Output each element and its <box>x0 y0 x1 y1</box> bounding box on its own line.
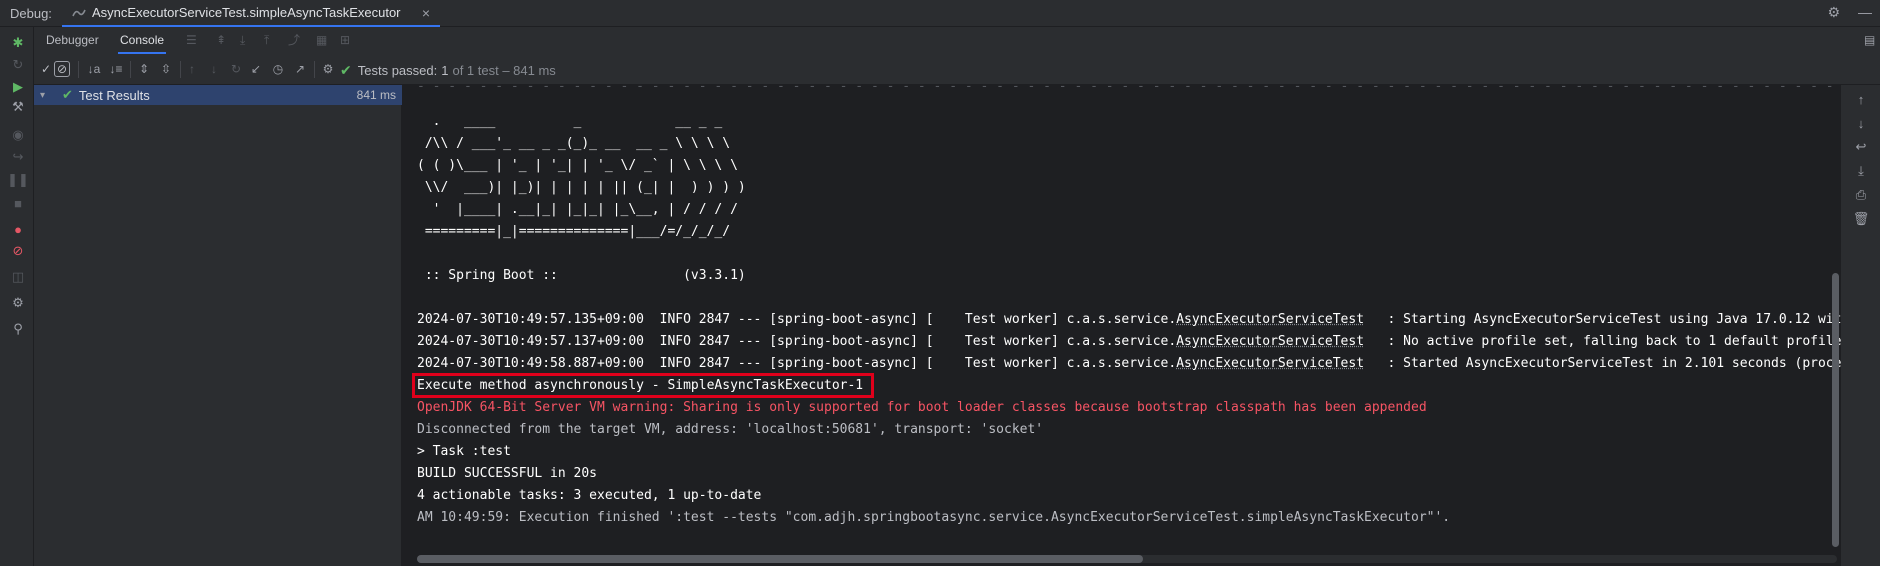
previous-failed-icon[interactable]: ↑ <box>184 61 200 77</box>
minimize-icon[interactable]: — <box>1858 4 1872 21</box>
sort-by-duration-icon[interactable]: ↓≡ <box>108 61 124 77</box>
status-detail: of 1 test – 841 ms <box>452 63 556 78</box>
actionable-tasks-line: 4 actionable tasks: 3 executed, 1 up-to-… <box>417 488 762 503</box>
disconnected-line: Disconnected from the target VM, address… <box>417 422 1044 437</box>
import-tests-icon[interactable]: ↙ <box>248 61 264 77</box>
banner-line: \\/ ___)| |_)| | | | | || (_| | ) ) ) ) <box>417 180 746 195</box>
log-class-link[interactable]: AsyncExecutorServiceTest <box>1176 356 1364 371</box>
breakpoints-icon[interactable]: ● <box>10 221 26 237</box>
stop-icon[interactable]: ■ <box>10 195 26 211</box>
settings-gear-icon[interactable]: ⚙ <box>1827 4 1840 21</box>
rerun-icon[interactable]: ↻ <box>10 57 26 73</box>
debug-actions-strip: ✱ ↻ ▶ ⚒ ◉ ↪ ❚❚ ■ ● ⊘ ◫ ⚙ ⚲ <box>0 27 34 566</box>
clear-all-trash-icon[interactable]: 🗑 <box>1853 211 1870 227</box>
tab-debugger[interactable]: Debugger <box>46 27 99 54</box>
banner-line: . ____ _ __ _ _ <box>417 114 723 129</box>
execution-finished-line: AM 10:49:59: Execution finished ':test -… <box>417 510 1451 525</box>
tab-console[interactable]: Console <box>118 27 167 54</box>
next-failed-icon[interactable]: ↓ <box>206 61 222 77</box>
tree-row-test-results[interactable]: ▾ ✔ Test Results 841 ms <box>34 85 402 105</box>
jvm-warning-line: OpenJDK 64-Bit Server VM warning: Sharin… <box>417 400 1427 415</box>
pin-icon[interactable]: ⚲ <box>10 321 26 337</box>
camera-icon[interactable]: ◫ <box>10 269 26 285</box>
debug-tool-window-header: Debug: AsyncExecutorServiceTest.simpleAs… <box>0 0 1880 27</box>
layout-settings-icon[interactable]: ▤ <box>1864 27 1875 54</box>
log-line: 2024-07-30T10:49:58.887+09:00 INFO 2847 … <box>417 356 1841 371</box>
log-class-link[interactable]: AsyncExecutorServiceTest <box>1176 312 1364 327</box>
highlight-box <box>412 373 874 398</box>
debug-bug-icon[interactable]: ✱ <box>10 35 26 51</box>
console-output[interactable]: - - - - - - - - - - - - - - - - - - - - … <box>403 85 1841 566</box>
rerun-failed-icon[interactable]: ↻ <box>228 61 244 77</box>
scroll-up-icon[interactable]: ↑ <box>1853 91 1869 107</box>
banner-line: /\\ / ___'_ __ _ _(_)_ __ __ _ \ \ \ \ <box>417 136 731 151</box>
banner-line: ( ( )\___ | '_ | '_| | '_ \/ _` | \ \ \ … <box>417 158 738 173</box>
banner-line: =========|_|==============|___/=/_/_/_/ <box>417 224 731 239</box>
step-out-icon[interactable]: ⤴ <box>288 27 300 54</box>
mute-breakpoints-icon[interactable]: ⊘ <box>10 243 26 259</box>
collapse-all-icon[interactable]: ⇳ <box>158 61 174 77</box>
sort-alphabetically-icon[interactable]: ↓a <box>86 61 102 77</box>
build-result-line: BUILD SUCCESSFUL in 20s <box>417 466 598 481</box>
test-results-tree: ▾ ✔ Test Results 841 ms <box>34 85 402 566</box>
horizontal-scrollbar-thumb[interactable] <box>417 555 1143 563</box>
view-icon[interactable]: ◉ <box>10 127 26 143</box>
console-stripe-line: - - - - - - - - - - - - - - - - - - - - … <box>417 85 1834 94</box>
test-status: ✔ Tests passed: 1 of 1 test – 841 ms <box>340 62 556 79</box>
gradle-task-line: > Task :test <box>417 444 511 459</box>
scroll-down-icon[interactable]: ↓ <box>1853 115 1869 131</box>
status-count: 1 <box>441 63 449 78</box>
show-passed-icon[interactable]: ✓ <box>38 61 54 77</box>
passed-check-icon: ✔ <box>62 87 73 102</box>
test-history-icon[interactable]: ◷ <box>270 61 286 77</box>
passed-check-icon: ✔ <box>340 62 352 78</box>
console-actions-strip: ↑ ↓ ↩ ⤓ ⎙ 🗑 <box>1841 85 1880 566</box>
log-line: 2024-07-30T10:49:57.137+09:00 INFO 2847 … <box>417 334 1841 349</box>
export-results-icon[interactable]: ↗ <box>292 61 308 77</box>
wrench-icon[interactable]: ⚒ <box>10 99 26 115</box>
tree-row-label: Test Results <box>78 87 150 103</box>
pause-icon[interactable]: ❚❚ <box>7 172 29 188</box>
tree-row-time: 841 ms <box>356 88 396 102</box>
scroll-to-end-icon[interactable]: ⤓ <box>1853 163 1869 179</box>
print-icon[interactable]: ⎙ <box>1853 187 1869 203</box>
step-over-icon[interactable]: ⤓ <box>240 27 245 54</box>
frames-icon[interactable]: ⊞ <box>340 27 350 54</box>
debugger-console-tabs: Debugger Console ☰ ⇞ ⤓ ⤒ ⤴ ▦ ⊞ ▤ <box>34 27 1880 54</box>
test-run-icon <box>72 9 86 16</box>
soft-wrap-icon[interactable]: ↩ <box>1853 139 1869 155</box>
vertical-scrollbar-thumb[interactable] <box>1832 273 1839 547</box>
tab-title: AsyncExecutorServiceTest.simpleAsyncTask… <box>92 5 401 20</box>
test-settings-gear-icon[interactable]: ⚙ <box>320 61 336 77</box>
status-label: Tests passed: <box>357 63 438 78</box>
expand-all-icon[interactable]: ⇕ <box>136 61 152 77</box>
step-into-icon[interactable]: ⤒ <box>264 27 269 54</box>
close-tab-icon[interactable]: × <box>422 5 430 21</box>
banner-line: ' |____| .__|_| |_|_| |_\__, | / / / / <box>417 202 738 217</box>
log-class-link[interactable]: AsyncExecutorServiceTest <box>1176 334 1364 349</box>
show-ignored-icon[interactable]: ⊘ <box>54 61 70 77</box>
resume-icon[interactable]: ▶ <box>10 79 26 95</box>
expand-chevron-icon[interactable]: ▾ <box>40 90 52 101</box>
show-execution-point-icon[interactable]: ⇞ <box>216 27 226 54</box>
spring-boot-version-line: :: Spring Boot :: (v3.3.1) <box>417 268 746 283</box>
settings-icon[interactable]: ⚙ <box>10 295 26 311</box>
evaluate-icon[interactable]: ▦ <box>316 27 327 54</box>
step-icon[interactable]: ↪ <box>10 149 26 165</box>
log-line: 2024-07-30T10:49:57.135+09:00 INFO 2847 … <box>417 312 1841 327</box>
debug-label: Debug: <box>10 6 52 21</box>
layout-menu-icon[interactable]: ☰ <box>186 27 197 54</box>
debug-session-tab[interactable]: AsyncExecutorServiceTest.simpleAsyncTask… <box>62 0 440 27</box>
test-runner-toolbar: ✓ ⊘ ↓a ↓≡ ⇕ ⇳ ↑ ↓ ↻ ↙ ◷ ↗ ⚙ ✔ Tests pass… <box>34 54 1880 85</box>
